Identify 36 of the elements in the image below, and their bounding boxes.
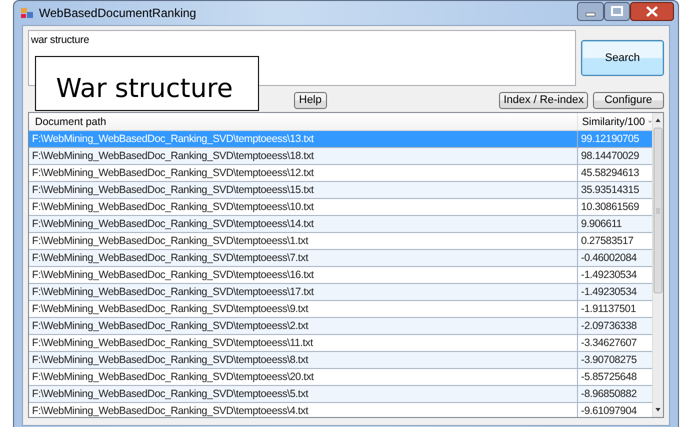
similarity-cell-text: -1.91137501 (580, 302, 637, 317)
path-cell: F:\WebMining_WebBasedDoc_Ranking_SVD\temptoeess\8.txt (29, 352, 578, 368)
similarity-cell-text: -0.46002084 (580, 251, 638, 266)
path-cell: F:\WebMining_WebBasedDoc_Ranking_SVD\temptoeess\18.txt (29, 148, 578, 164)
similarity-cell-text: -1.49230534 (580, 268, 638, 283)
path-cell: F:\WebMining_WebBasedDoc_Ranking_SVD\temptoeess\9.txt (29, 301, 578, 317)
path-cell: F:\WebMining_WebBasedDoc_Ranking_SVD\temptoeess\17.txt (29, 284, 578, 300)
path-cell: F:\WebMining_WebBasedDoc_Ranking_SVD\temptoeess\7.txt (29, 250, 578, 266)
path-cell: F:\WebMining_WebBasedDoc_Ranking_SVD\temptoeess\15.txt (29, 182, 578, 198)
similarity-cell-text: 35.93514315 (580, 183, 640, 198)
similarity-cell-text: 0.27583517 (580, 234, 634, 249)
similarity-cell-text: -5.85725648 (580, 370, 638, 385)
similarity-cell-text: -8.96850882 (580, 387, 638, 402)
path-cell: F:\WebMining_WebBasedDoc_Ranking_SVD\temptoeess\11.txt (29, 335, 578, 351)
path-cell: F:\WebMining_WebBasedDoc_Ranking_SVD\temptoeess\16.txt (29, 267, 578, 283)
similarity-cell-text: -1.49230534 (580, 285, 638, 300)
path-cell: F:\WebMining_WebBasedDoc_Ranking_SVD\temptoeess\1.txt (29, 233, 578, 249)
similarity-cell-text: 98.14470029 (580, 149, 640, 164)
similarity-cell-text: -2.09736338 (580, 319, 638, 334)
path-cell: F:\WebMining_WebBasedDoc_Ranking_SVD\temptoeess\20.txt (29, 369, 578, 385)
window-title: WebBasedDocumentRanking (39, 6, 198, 20)
similarity-cell-text: -3.34627607 (580, 336, 638, 351)
similarity-cell-text: 9.906611 (580, 217, 623, 232)
path-cell: F:\WebMining_WebBasedDoc_Ranking_SVD\temptoeess\5.txt (29, 386, 578, 402)
similarity-cell-text: 99.12190705 (580, 132, 640, 147)
annotation-tooltip: War structure (35, 56, 259, 111)
similarity-cell-text: 45.58294613 (580, 166, 640, 181)
path-cell: F:\WebMining_WebBasedDoc_Ranking_SVD\temptoeess\2.txt (29, 318, 578, 334)
similarity-cell-text: -9.61097904 (580, 404, 638, 417)
similarity-cell-text: -3.90708275 (580, 353, 638, 368)
path-cell: F:\WebMining_WebBasedDoc_Ranking_SVD\temptoeess\10.txt (29, 199, 578, 215)
path-cell: F:\WebMining_WebBasedDoc_Ranking_SVD\temptoeess\4.txt (29, 403, 578, 417)
path-cell: F:\WebMining_WebBasedDoc_Ranking_SVD\temptoeess\14.txt (29, 216, 578, 232)
path-cell: F:\WebMining_WebBasedDoc_Ranking_SVD\temptoeess\13.txt (29, 131, 578, 147)
path-cell: F:\WebMining_WebBasedDoc_Ranking_SVD\temptoeess\12.txt (29, 165, 578, 181)
similarity-cell-text: 10.30861569 (580, 200, 640, 215)
